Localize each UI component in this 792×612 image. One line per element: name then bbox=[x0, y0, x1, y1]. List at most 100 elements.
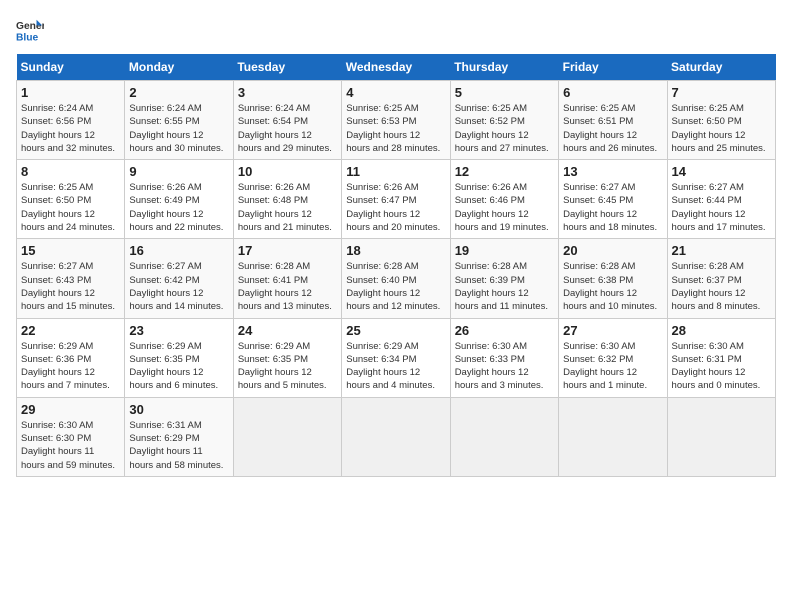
week-row: 8 Sunrise: 6:25 AMSunset: 6:50 PMDaylight… bbox=[17, 160, 776, 239]
day-detail: Sunrise: 6:26 AMSunset: 6:48 PMDaylight … bbox=[238, 181, 337, 234]
calendar-cell: 25 Sunrise: 6:29 AMSunset: 6:34 PMDayligh… bbox=[342, 318, 450, 397]
day-number: 27 bbox=[563, 323, 662, 338]
page-header: General Blue bbox=[16, 16, 776, 44]
day-number: 24 bbox=[238, 323, 337, 338]
day-number: 15 bbox=[21, 243, 120, 258]
calendar-cell: 4 Sunrise: 6:25 AMSunset: 6:53 PMDaylight… bbox=[342, 81, 450, 160]
calendar-cell: 27 Sunrise: 6:30 AMSunset: 6:32 PMDayligh… bbox=[559, 318, 667, 397]
calendar-cell: 10 Sunrise: 6:26 AMSunset: 6:48 PMDayligh… bbox=[233, 160, 341, 239]
day-number: 19 bbox=[455, 243, 554, 258]
calendar-cell bbox=[342, 397, 450, 476]
svg-text:General: General bbox=[16, 21, 44, 32]
day-detail: Sunrise: 6:26 AMSunset: 6:46 PMDaylight … bbox=[455, 181, 554, 234]
calendar-cell: 13 Sunrise: 6:27 AMSunset: 6:45 PMDayligh… bbox=[559, 160, 667, 239]
day-detail: Sunrise: 6:27 AMSunset: 6:43 PMDaylight … bbox=[21, 260, 120, 313]
calendar-cell: 8 Sunrise: 6:25 AMSunset: 6:50 PMDaylight… bbox=[17, 160, 125, 239]
day-detail: Sunrise: 6:31 AMSunset: 6:29 PMDaylight … bbox=[129, 419, 228, 472]
calendar-cell: 1 Sunrise: 6:24 AMSunset: 6:56 PMDaylight… bbox=[17, 81, 125, 160]
day-number: 29 bbox=[21, 402, 120, 417]
day-number: 17 bbox=[238, 243, 337, 258]
day-number: 20 bbox=[563, 243, 662, 258]
calendar-cell bbox=[667, 397, 775, 476]
day-number: 7 bbox=[672, 85, 771, 100]
day-detail: Sunrise: 6:29 AMSunset: 6:34 PMDaylight … bbox=[346, 340, 445, 393]
day-detail: Sunrise: 6:30 AMSunset: 6:30 PMDaylight … bbox=[21, 419, 120, 472]
day-number: 13 bbox=[563, 164, 662, 179]
calendar-cell: 3 Sunrise: 6:24 AMSunset: 6:54 PMDaylight… bbox=[233, 81, 341, 160]
day-number: 9 bbox=[129, 164, 228, 179]
day-number: 18 bbox=[346, 243, 445, 258]
calendar-cell bbox=[559, 397, 667, 476]
calendar-cell: 16 Sunrise: 6:27 AMSunset: 6:42 PMDayligh… bbox=[125, 239, 233, 318]
day-detail: Sunrise: 6:27 AMSunset: 6:45 PMDaylight … bbox=[563, 181, 662, 234]
calendar-cell bbox=[233, 397, 341, 476]
calendar-cell: 15 Sunrise: 6:27 AMSunset: 6:43 PMDayligh… bbox=[17, 239, 125, 318]
day-detail: Sunrise: 6:30 AMSunset: 6:32 PMDaylight … bbox=[563, 340, 662, 393]
day-detail: Sunrise: 6:28 AMSunset: 6:37 PMDaylight … bbox=[672, 260, 771, 313]
calendar-cell: 21 Sunrise: 6:28 AMSunset: 6:37 PMDayligh… bbox=[667, 239, 775, 318]
day-detail: Sunrise: 6:25 AMSunset: 6:51 PMDaylight … bbox=[563, 102, 662, 155]
calendar-cell bbox=[450, 397, 558, 476]
day-detail: Sunrise: 6:30 AMSunset: 6:31 PMDaylight … bbox=[672, 340, 771, 393]
header-cell-friday: Friday bbox=[559, 54, 667, 81]
header-cell-sunday: Sunday bbox=[17, 54, 125, 81]
day-number: 8 bbox=[21, 164, 120, 179]
day-detail: Sunrise: 6:27 AMSunset: 6:42 PMDaylight … bbox=[129, 260, 228, 313]
day-number: 10 bbox=[238, 164, 337, 179]
day-number: 12 bbox=[455, 164, 554, 179]
week-row: 15 Sunrise: 6:27 AMSunset: 6:43 PMDayligh… bbox=[17, 239, 776, 318]
calendar-cell: 6 Sunrise: 6:25 AMSunset: 6:51 PMDaylight… bbox=[559, 81, 667, 160]
day-detail: Sunrise: 6:30 AMSunset: 6:33 PMDaylight … bbox=[455, 340, 554, 393]
day-number: 4 bbox=[346, 85, 445, 100]
day-number: 21 bbox=[672, 243, 771, 258]
day-number: 1 bbox=[21, 85, 120, 100]
logo-icon: General Blue bbox=[16, 16, 44, 44]
day-detail: Sunrise: 6:27 AMSunset: 6:44 PMDaylight … bbox=[672, 181, 771, 234]
day-detail: Sunrise: 6:29 AMSunset: 6:36 PMDaylight … bbox=[21, 340, 120, 393]
header-row: SundayMondayTuesdayWednesdayThursdayFrid… bbox=[17, 54, 776, 81]
day-detail: Sunrise: 6:25 AMSunset: 6:50 PMDaylight … bbox=[672, 102, 771, 155]
day-detail: Sunrise: 6:26 AMSunset: 6:49 PMDaylight … bbox=[129, 181, 228, 234]
calendar-cell: 29 Sunrise: 6:30 AMSunset: 6:30 PMDayligh… bbox=[17, 397, 125, 476]
calendar-cell: 20Sunrise: 6:28 AMSunset: 6:38 PMDayligh… bbox=[559, 239, 667, 318]
day-detail: Sunrise: 6:29 AMSunset: 6:35 PMDaylight … bbox=[129, 340, 228, 393]
day-number: 11 bbox=[346, 164, 445, 179]
day-number: 6 bbox=[563, 85, 662, 100]
day-detail: Sunrise: 6:25 AMSunset: 6:53 PMDaylight … bbox=[346, 102, 445, 155]
day-number: 26 bbox=[455, 323, 554, 338]
calendar-cell: 26 Sunrise: 6:30 AMSunset: 6:33 PMDayligh… bbox=[450, 318, 558, 397]
week-row: 22Sunrise: 6:29 AMSunset: 6:36 PMDayligh… bbox=[17, 318, 776, 397]
day-detail: Sunrise: 6:24 AMSunset: 6:54 PMDaylight … bbox=[238, 102, 337, 155]
header-cell-monday: Monday bbox=[125, 54, 233, 81]
header-cell-saturday: Saturday bbox=[667, 54, 775, 81]
week-row: 1 Sunrise: 6:24 AMSunset: 6:56 PMDaylight… bbox=[17, 81, 776, 160]
logo: General Blue bbox=[16, 16, 44, 44]
calendar-cell: 2 Sunrise: 6:24 AMSunset: 6:55 PMDaylight… bbox=[125, 81, 233, 160]
calendar-cell: 12 Sunrise: 6:26 AMSunset: 6:46 PMDayligh… bbox=[450, 160, 558, 239]
calendar-cell: 5Sunrise: 6:25 AMSunset: 6:52 PMDaylight… bbox=[450, 81, 558, 160]
header-cell-tuesday: Tuesday bbox=[233, 54, 341, 81]
day-number: 30 bbox=[129, 402, 228, 417]
day-detail: Sunrise: 6:28 AMSunset: 6:39 PMDaylight … bbox=[455, 260, 554, 313]
day-detail: Sunrise: 6:24 AMSunset: 6:55 PMDaylight … bbox=[129, 102, 228, 155]
svg-text:Blue: Blue bbox=[16, 32, 39, 43]
day-number: 3 bbox=[238, 85, 337, 100]
calendar-cell: 19 Sunrise: 6:28 AMSunset: 6:39 PMDayligh… bbox=[450, 239, 558, 318]
day-detail: Sunrise: 6:28 AMSunset: 6:41 PMDaylight … bbox=[238, 260, 337, 313]
day-detail: Sunrise: 6:24 AMSunset: 6:56 PMDaylight … bbox=[21, 102, 120, 155]
day-number: 28 bbox=[672, 323, 771, 338]
week-row: 29 Sunrise: 6:30 AMSunset: 6:30 PMDayligh… bbox=[17, 397, 776, 476]
day-detail: Sunrise: 6:25 AMSunset: 6:50 PMDaylight … bbox=[21, 181, 120, 234]
calendar-cell: 7 Sunrise: 6:25 AMSunset: 6:50 PMDaylight… bbox=[667, 81, 775, 160]
day-detail: Sunrise: 6:26 AMSunset: 6:47 PMDaylight … bbox=[346, 181, 445, 234]
calendar-cell: 14Sunrise: 6:27 AMSunset: 6:44 PMDayligh… bbox=[667, 160, 775, 239]
day-number: 5 bbox=[455, 85, 554, 100]
header-cell-thursday: Thursday bbox=[450, 54, 558, 81]
day-number: 2 bbox=[129, 85, 228, 100]
day-number: 16 bbox=[129, 243, 228, 258]
calendar-cell: 11 Sunrise: 6:26 AMSunset: 6:47 PMDayligh… bbox=[342, 160, 450, 239]
calendar-cell: 18Sunrise: 6:28 AMSunset: 6:40 PMDayligh… bbox=[342, 239, 450, 318]
day-number: 23 bbox=[129, 323, 228, 338]
day-detail: Sunrise: 6:29 AMSunset: 6:35 PMDaylight … bbox=[238, 340, 337, 393]
day-number: 25 bbox=[346, 323, 445, 338]
